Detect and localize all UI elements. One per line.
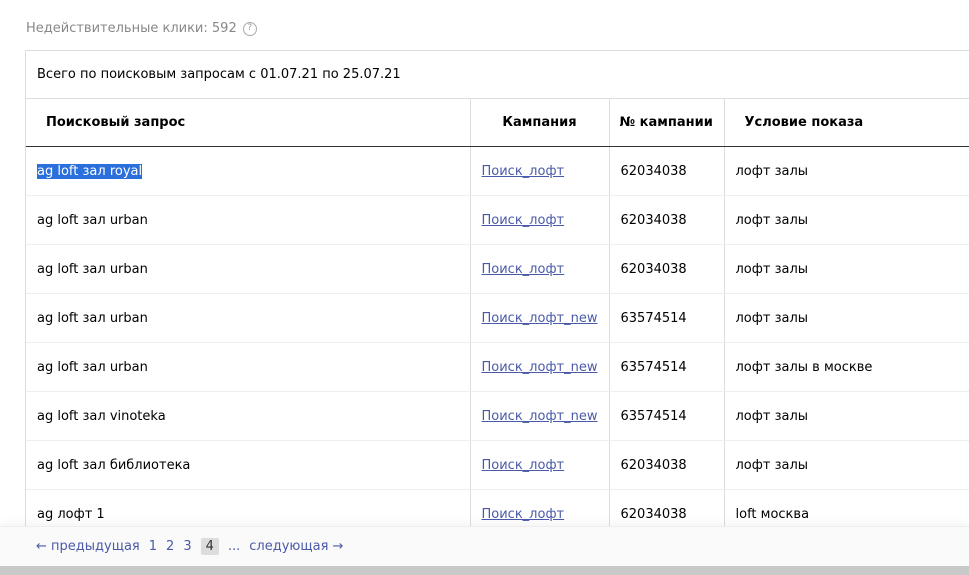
cell-campaign: Поиск_лофт_new	[470, 293, 610, 343]
cell-query: ag loft зал royal	[26, 146, 471, 196]
pagination-page-3[interactable]: 3	[183, 539, 191, 554]
cell-condition: лофт залы	[724, 293, 969, 343]
table-row: ag loft зал urban Поиск_лофт 62034038 лофт …	[26, 195, 969, 245]
cell-condition: лофт залы	[724, 244, 969, 294]
campaign-link[interactable]: Поиск_лофт	[482, 458, 565, 473]
pagination-next[interactable]: следующая →	[249, 539, 343, 554]
query-text[interactable]: ag loft зал urban	[37, 360, 148, 375]
cell-query: ag loft зал urban	[26, 195, 471, 245]
cell-condition: лофт залы в москве	[724, 342, 969, 392]
table-header-row: Поисковый запрос Кампания № кампании Усл…	[26, 99, 969, 147]
table-row: ag loft зал urban Поиск_лофт_new 63574514 л…	[26, 293, 969, 343]
cell-query: ag loft зал vinoteka	[26, 391, 471, 441]
cell-condition: лофт залы	[724, 391, 969, 441]
column-header-campaign[interactable]: Кампания	[470, 99, 610, 147]
cell-campaign: Поиск_лофт	[470, 195, 610, 245]
cell-campaign: Поиск_лофт	[470, 146, 610, 196]
pagination-page-2[interactable]: 2	[166, 539, 174, 554]
query-text[interactable]: ag loft зал royal	[37, 163, 143, 179]
report-summary: Всего по поисковым запросам с 01.07.21 п…	[26, 51, 969, 99]
campaign-link[interactable]: Поиск_лофт	[482, 213, 565, 228]
campaign-link[interactable]: Поиск_лофт	[482, 507, 565, 522]
cell-campaign-number: 63574514	[609, 293, 725, 343]
cell-campaign-number: 62034038	[609, 146, 725, 196]
cell-query: ag loft зал urban	[26, 244, 471, 294]
table-row: ag loft зал библиотека Поиск_лофт 62034038…	[26, 440, 969, 490]
campaign-link[interactable]: Поиск_лофт_new	[482, 311, 598, 326]
column-header-condition[interactable]: Условие показа	[724, 99, 969, 147]
query-text[interactable]: ag loft зал vinoteka	[37, 409, 166, 424]
pagination-page-1[interactable]: 1	[149, 539, 157, 554]
query-text[interactable]: ag loft зал urban	[37, 213, 148, 228]
query-text[interactable]: ag loft зал urban	[37, 311, 148, 326]
pagination-ellipsis: ...	[227, 539, 241, 554]
cell-query: ag loft зал urban	[26, 293, 471, 343]
table-row: ag loft зал urban Поиск_лофт_new 63574514 л…	[26, 342, 969, 392]
cell-campaign: Поиск_лофт	[470, 440, 610, 490]
cell-campaign: Поиск_лофт	[470, 244, 610, 294]
cell-campaign-number: 63574514	[609, 391, 725, 441]
cell-query: ag loft зал библиотека	[26, 440, 471, 490]
invalid-clicks-label: Недействительные клики: 592	[26, 21, 237, 36]
cell-campaign: Поиск_лофт_new	[470, 391, 610, 441]
query-text[interactable]: ag loft зал библиотека	[37, 458, 190, 473]
cell-condition: лофт залы	[724, 440, 969, 490]
table-row: ag loft зал vinoteka Поиск_лофт_new 635745…	[26, 391, 969, 441]
cell-campaign-number: 62034038	[609, 195, 725, 245]
cell-campaign-number: 62034038	[609, 440, 725, 490]
table-row: ag loft зал urban Поиск_лофт 62034038 лофт …	[26, 244, 969, 294]
search-queries-table: Поисковый запрос Кампания № кампании Усл…	[26, 99, 969, 539]
horizontal-scrollbar[interactable]	[0, 566, 969, 575]
cell-query: ag loft зал urban	[26, 342, 471, 392]
cell-condition: лофт залы	[724, 195, 969, 245]
help-icon[interactable]: ?	[242, 21, 257, 36]
table-row: ag loft зал royal Поиск_лофт 62034038 лофт …	[26, 146, 969, 196]
pagination: ← предыдущая 1 2 3 4 ... следующая →	[0, 526, 969, 566]
campaign-link[interactable]: Поиск_лофт	[482, 262, 565, 277]
cell-campaign-number: 62034038	[609, 244, 725, 294]
query-text[interactable]: ag loft зал urban	[37, 262, 148, 277]
column-header-query[interactable]: Поисковый запрос	[26, 99, 471, 147]
campaign-link[interactable]: Поиск_лофт_new	[482, 360, 598, 375]
cell-campaign: Поиск_лофт_new	[470, 342, 610, 392]
query-text[interactable]: ag лофт 1	[37, 507, 105, 522]
invalid-clicks-info: Недействительные клики: 592 ?	[26, 21, 257, 36]
pagination-page-current: 4	[200, 538, 219, 555]
campaign-link[interactable]: Поиск_лофт_new	[482, 409, 598, 424]
search-queries-report: Всего по поисковым запросам с 01.07.21 п…	[25, 50, 969, 539]
cell-campaign-number: 63574514	[609, 342, 725, 392]
cell-condition: лофт залы	[724, 146, 969, 196]
pagination-prev[interactable]: ← предыдущая	[36, 539, 140, 554]
campaign-link[interactable]: Поиск_лофт	[482, 164, 565, 179]
column-header-campaign-number[interactable]: № кампании	[609, 99, 725, 147]
